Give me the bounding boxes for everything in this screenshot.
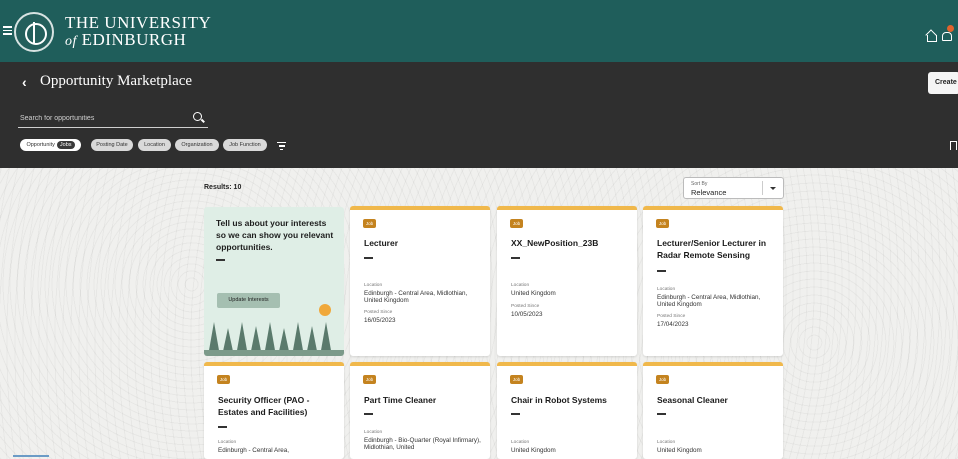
- location-value: Edinburgh - Bio-Quarter (Royal Infirmary…: [364, 437, 481, 451]
- divider: [364, 413, 373, 415]
- posted-value: 17/04/2023: [657, 321, 689, 328]
- location-label: Location: [657, 440, 676, 445]
- divider: [657, 413, 666, 415]
- filter-chip-organization[interactable]: Organization: [175, 139, 219, 151]
- interests-message: Tell us about your interests so we can s…: [216, 218, 334, 252]
- job-badge: Job: [656, 219, 669, 228]
- job-title[interactable]: Part Time Cleaner: [364, 394, 482, 406]
- chip-opportunity-label: Opportunity: [26, 142, 55, 148]
- job-title[interactable]: Security Officer (PAO - Estates and Faci…: [218, 394, 336, 418]
- location-label: Location: [511, 440, 530, 445]
- location-label: Location: [218, 440, 237, 445]
- university-crest-logo[interactable]: [14, 12, 54, 52]
- search-field[interactable]: [18, 108, 208, 128]
- back-button[interactable]: ‹: [22, 74, 34, 90]
- location-label: Location: [657, 287, 676, 292]
- filter-icon[interactable]: [277, 142, 286, 150]
- menu-icon[interactable]: [3, 26, 12, 35]
- scroll-indicator[interactable]: [13, 455, 49, 457]
- job-card[interactable]: Job Lecturer/Senior Lecturer in Radar Re…: [643, 206, 783, 356]
- search-icon[interactable]: [193, 112, 202, 121]
- job-card[interactable]: Job Seasonal Cleaner Location United Kin…: [643, 362, 783, 459]
- results-count: Results: 10: [204, 184, 242, 191]
- job-title[interactable]: Chair in Robot Systems: [511, 394, 629, 406]
- location-value: United Kingdom: [511, 447, 556, 454]
- brand-edinburgh: EDINBURGH: [81, 30, 187, 49]
- brand-of: of: [65, 34, 77, 49]
- posted-value: 10/05/2023: [511, 311, 543, 318]
- brand-bar: THE UNIVERSITY of EDINBURGH: [0, 0, 958, 62]
- job-card[interactable]: Job Lecturer Location Edinburgh - Centra…: [350, 206, 490, 356]
- divider: [511, 257, 520, 259]
- ground-illustration: [204, 350, 344, 356]
- filter-chip-job-function[interactable]: Job Function: [223, 139, 267, 151]
- sort-by-label: Sort By: [691, 181, 708, 187]
- divider: [364, 257, 373, 259]
- location-value: United Kingdom: [657, 447, 702, 454]
- divider: [511, 413, 520, 415]
- sort-by-value: Relevance: [691, 188, 727, 197]
- location-value: Edinburgh - Central Area, Midlothian, Un…: [657, 294, 761, 308]
- location-label: Location: [511, 283, 530, 288]
- job-card[interactable]: Job Part Time Cleaner Location Edinburgh…: [350, 362, 490, 459]
- job-title[interactable]: Seasonal Cleaner: [657, 394, 775, 406]
- home-icon[interactable]: [926, 31, 937, 42]
- job-badge: Job: [217, 375, 230, 384]
- location-value: Edinburgh - Central Area, Midlothian, Un…: [364, 290, 468, 304]
- divider: [216, 259, 225, 261]
- job-badge: Job: [656, 375, 669, 384]
- filter-chip-opportunity[interactable]: Opportunity Jobs: [20, 139, 81, 151]
- chevron-down-icon[interactable]: [770, 187, 776, 190]
- filter-chip-posting-date[interactable]: Posting Date: [91, 139, 133, 151]
- posted-label: Posted Since: [511, 304, 540, 309]
- create-button[interactable]: Create: [928, 72, 958, 94]
- job-title[interactable]: Lecturer: [364, 237, 482, 249]
- page-title: Opportunity Marketplace: [40, 73, 193, 89]
- university-wordmark[interactable]: THE UNIVERSITY of EDINBURGH: [65, 14, 211, 50]
- location-value: Edinburgh - Central Area,: [218, 447, 290, 454]
- posted-value: 16/05/2023: [364, 317, 396, 324]
- location-label: Location: [364, 283, 383, 288]
- posted-label: Posted Since: [364, 310, 393, 315]
- job-title[interactable]: Lecturer/Senior Lecturer in Radar Remote…: [657, 237, 775, 261]
- divider: [218, 426, 227, 428]
- brand-line-1: THE UNIVERSITY: [65, 13, 212, 32]
- location-label: Location: [364, 430, 383, 435]
- location-value: United Kingdom: [511, 290, 556, 297]
- job-badge: Job: [363, 375, 376, 384]
- sort-by-select[interactable]: Sort By Relevance: [683, 177, 784, 199]
- posted-label: Posted Since: [657, 314, 686, 319]
- chip-opportunity-value: Jobs: [56, 141, 75, 149]
- filter-chip-location[interactable]: Location: [138, 139, 171, 151]
- job-badge: Job: [363, 219, 376, 228]
- interests-card: Tell us about your interests so we can s…: [204, 207, 344, 356]
- search-input[interactable]: [18, 108, 188, 128]
- page-header: ‹ Opportunity Marketplace Create Opportu…: [0, 62, 958, 168]
- sort-divider: [762, 181, 763, 195]
- job-badge: Job: [510, 375, 523, 384]
- job-title[interactable]: XX_NewPosition_23B: [511, 237, 629, 249]
- brand-line-2: of EDINBURGH: [65, 31, 211, 50]
- job-card[interactable]: Job Chair in Robot Systems Location Unit…: [497, 362, 637, 459]
- update-interests-button[interactable]: Update Interests: [217, 293, 280, 308]
- job-badge: Job: [510, 219, 523, 228]
- notification-badge: [947, 25, 954, 32]
- bookmark-icon[interactable]: [950, 141, 957, 150]
- sun-illustration: [319, 304, 331, 316]
- job-card[interactable]: Job XX_NewPosition_23B Location United K…: [497, 206, 637, 356]
- divider: [657, 270, 666, 272]
- job-card[interactable]: Job Security Officer (PAO - Estates and …: [204, 362, 344, 459]
